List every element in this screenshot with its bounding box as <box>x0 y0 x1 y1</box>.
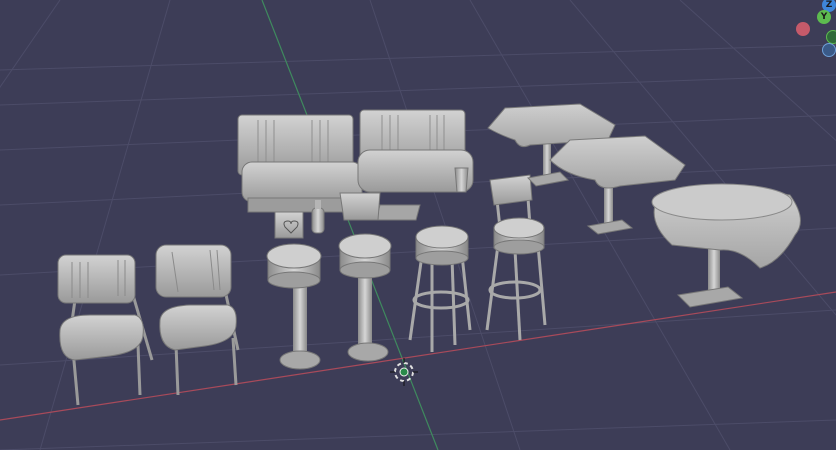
gizmo-neg-z-axis[interactable] <box>822 43 836 57</box>
gizmo-y-axis[interactable]: Y <box>817 10 831 24</box>
3d-cursor[interactable] <box>390 358 418 386</box>
gizmo-neg-y-axis[interactable] <box>826 30 836 44</box>
gizmo-neg-x-axis[interactable] <box>796 22 810 36</box>
bar-stool-pedestal-1[interactable] <box>266 243 322 370</box>
bar-stool-backrest[interactable] <box>485 174 547 341</box>
diner-chair-1[interactable] <box>57 254 154 406</box>
gizmo-y-label: Y <box>820 12 828 22</box>
bar-stool-ring[interactable] <box>408 225 472 352</box>
diner-chair-2[interactable] <box>155 244 240 396</box>
viewport-scene[interactable] <box>0 0 836 450</box>
gizmo-z-label: Z <box>825 0 833 10</box>
x-axis-line <box>0 291 836 421</box>
napkin-holder[interactable] <box>274 211 304 239</box>
3d-viewport[interactable]: Z Y <box>0 0 836 450</box>
round-table[interactable] <box>651 183 801 308</box>
navigation-gizmo[interactable]: Z Y <box>790 0 836 60</box>
glass-cup[interactable] <box>454 167 469 193</box>
